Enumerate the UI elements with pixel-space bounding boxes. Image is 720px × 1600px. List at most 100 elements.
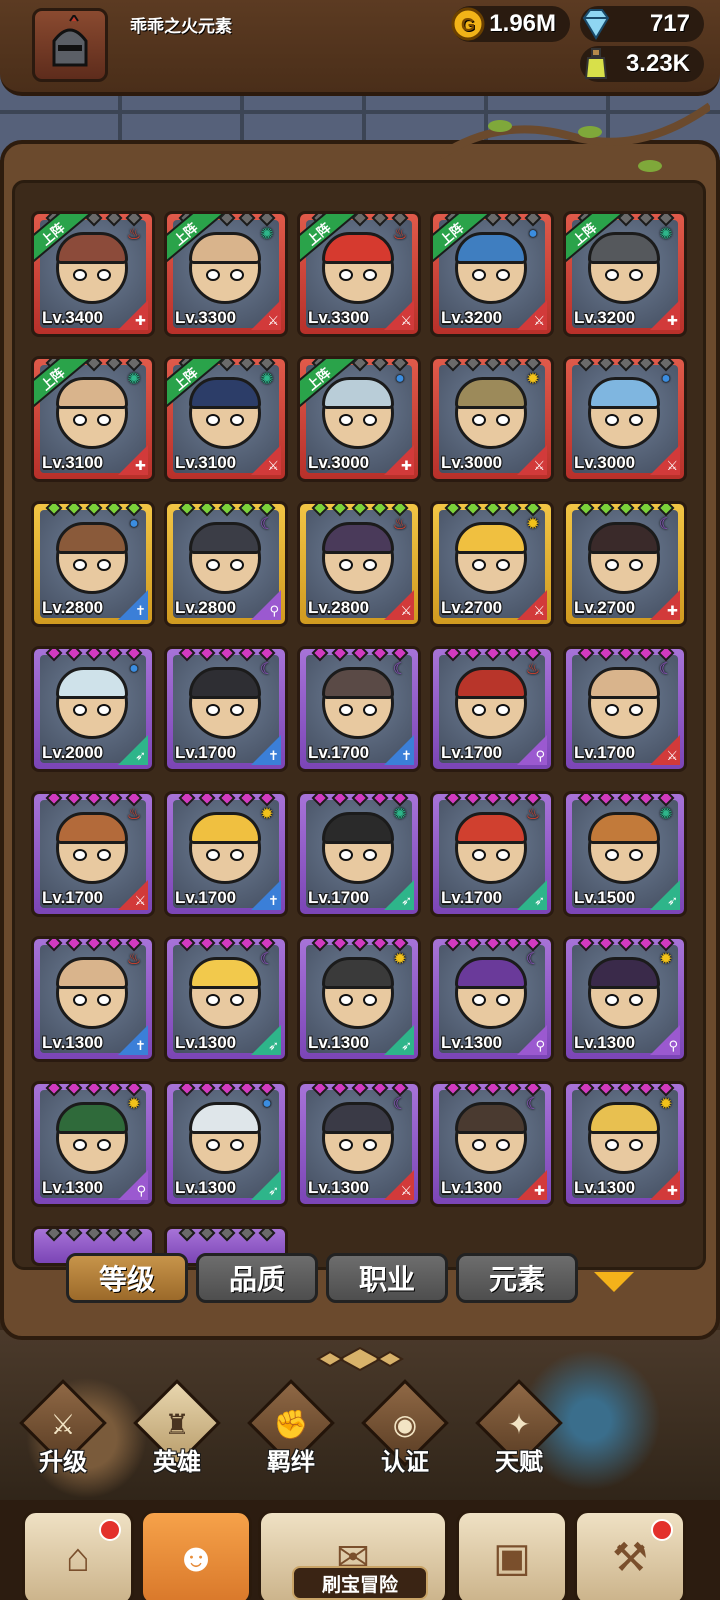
hero-level: Lv.2700 [574, 598, 636, 617]
gold-amount: 1.96M [489, 10, 556, 37]
potion-counter[interactable]: 3.23K [580, 46, 704, 82]
star-gem-icon [637, 504, 655, 517]
hero-eye [230, 1139, 244, 1151]
hero-list-panel: 上阵 ♨ ✚ Lv.3400 上阵 ✺ ⚔ Lv.3300 上阵 ♨ ⚔ Lv.3300 上阵 ● ⚔ Lv.… [0, 140, 720, 1340]
hero-card[interactable]: ✺ ➶ Lv.1500 [563, 791, 687, 917]
sort-direction-arrow-icon[interactable] [594, 1272, 634, 1292]
star-gem-icon [45, 1084, 63, 1097]
hero-card[interactable]: ● ✝ Lv.2800 [31, 501, 155, 627]
hero-card[interactable]: ✺ ➶ Lv.1700 [297, 791, 421, 917]
star-gem-icon [637, 1084, 655, 1097]
light-element-icon: ✹ [127, 1096, 141, 1113]
star-gem-icon [258, 1229, 276, 1242]
filter-tab-label: 职业 [358, 1264, 415, 1295]
hero-card[interactable]: ✹ ➶ Lv.1300 [297, 936, 421, 1062]
hero-card[interactable]: ✹ ⚔ Lv.3000 [430, 356, 554, 482]
category-label: 升级 [39, 1449, 87, 1476]
hero-card[interactable]: 上阵 ● ⚔ Lv.3200 [430, 211, 554, 337]
heroes-icon: ♜ [164, 1409, 190, 1440]
hero-card[interactable]: ♨ ✝ Lv.1300 [31, 936, 155, 1062]
hero-eye [97, 994, 111, 1006]
star-gem-icon [178, 649, 196, 662]
category-upgrade[interactable]: ⚔ 升级 [18, 1379, 110, 1488]
hero-card[interactable]: ● ⚔ Lv.3000 [563, 356, 687, 482]
category-heroes[interactable]: ♜ 英雄 [132, 1379, 224, 1488]
hero-eye [230, 849, 244, 861]
filter-tab-element[interactable]: 元素 [456, 1253, 578, 1303]
hero-card[interactable]: 上阵 ♨ ⚔ Lv.3300 [297, 211, 421, 337]
hero-level: Lv.1700 [441, 888, 503, 907]
hero-card[interactable]: 上阵 ● ✚ Lv.3000 [297, 356, 421, 482]
hero-eye [363, 559, 377, 571]
hero-portrait [455, 377, 527, 449]
gold-counter[interactable]: G 1.96M [451, 6, 570, 42]
category-bond[interactable]: ✊ 羁绊 [246, 1379, 338, 1488]
filter-tab-level[interactable]: 等级 [66, 1253, 188, 1303]
nav-forge-button[interactable]: ⚒ [574, 1510, 686, 1600]
hero-headgear [588, 1102, 660, 1134]
hero-card[interactable]: ✹ ⚲ Lv.1300 [563, 936, 687, 1062]
hero-eye [363, 704, 377, 716]
hero-card[interactable]: 上阵 ✺ ✚ Lv.3200 [563, 211, 687, 337]
hero-eye [472, 559, 486, 571]
star-gem-icon [198, 794, 216, 807]
adventure-label[interactable]: 刷宝冒险 [292, 1566, 428, 1600]
hero-headgear [56, 957, 128, 989]
hero-card[interactable]: ☾ ✚ Lv.1300 [430, 1081, 554, 1207]
hero-card[interactable]: ✹ ⚲ Lv.1300 [31, 1081, 155, 1207]
talent-icon: ✦ [507, 1409, 531, 1440]
gem-counter[interactable]: 717 [580, 6, 704, 42]
hero-card[interactable]: ♨ ⚔ Lv.2800 [297, 501, 421, 627]
hero-level: Lv.3000 [574, 453, 636, 472]
hero-card[interactable]: ♨ ➶ Lv.1700 [430, 791, 554, 917]
hero-eye [206, 994, 220, 1006]
water-element-icon: ● [661, 370, 671, 387]
panel-ornament [316, 1346, 404, 1372]
hero-card[interactable]: ☾ ✚ Lv.2700 [563, 501, 687, 627]
hero-card[interactable]: ☾ ➶ Lv.1300 [164, 936, 288, 1062]
star-gem-icon [484, 359, 502, 372]
hero-card[interactable]: ✹ ⚔ Lv.2700 [430, 501, 554, 627]
nav-inventory-button[interactable]: ▣ [456, 1510, 568, 1600]
hero-card[interactable]: ♨ ⚲ Lv.1700 [430, 646, 554, 772]
hero-eye [97, 559, 111, 571]
wind-element-icon: ✺ [260, 226, 274, 243]
hero-card[interactable]: ✹ ✝ Lv.1700 [164, 791, 288, 917]
star-gem-icon [637, 214, 655, 227]
filter-tab-class[interactable]: 职业 [326, 1253, 448, 1303]
hero-card[interactable]: ☾ ✝ Lv.1700 [164, 646, 288, 772]
svg-text:G: G [461, 15, 475, 35]
category-certify[interactable]: ◉ 认证 [360, 1379, 452, 1488]
hero-headgear [588, 377, 660, 409]
hero-card[interactable]: ♨ ⚔ Lv.1700 [31, 791, 155, 917]
hero-headgear [189, 1102, 261, 1134]
hero-portrait [322, 377, 394, 449]
hero-card[interactable]: ☾ ✝ Lv.1700 [297, 646, 421, 772]
hero-card[interactable]: ☾ ⚲ Lv.2800 [164, 501, 288, 627]
star-gem-icon [504, 794, 522, 807]
hero-card[interactable]: ✹ ✚ Lv.1300 [563, 1081, 687, 1207]
hero-card[interactable]: ☾ ⚲ Lv.1300 [430, 936, 554, 1062]
nav-heroes-button[interactable]: ☻ [140, 1510, 252, 1600]
hero-card[interactable]: 上阵 ✺ ✚ Lv.3100 [31, 356, 155, 482]
hero-card[interactable]: ● ➶ Lv.2000 [31, 646, 155, 772]
star-rating [45, 1229, 143, 1242]
hero-grid[interactable]: 上阵 ♨ ✚ Lv.3400 上阵 ✺ ⚔ Lv.3300 上阵 ♨ ⚔ Lv.3300 上阵 ● ⚔ Lv.… [12, 180, 706, 1270]
hero-card[interactable]: ☾ ⚔ Lv.1700 [563, 646, 687, 772]
hero-card[interactable]: ☾ ⚔ Lv.1300 [297, 1081, 421, 1207]
hero-card[interactable]: 上阵 ♨ ✚ Lv.3400 [31, 211, 155, 337]
light-element-icon: ✹ [659, 951, 673, 968]
hero-card[interactable]: ● ➶ Lv.1300 [164, 1081, 288, 1207]
gold-coin-icon: G [448, 4, 488, 44]
hero-eye [73, 994, 87, 1006]
fire-element-icon: ♨ [392, 226, 408, 243]
category-talent[interactable]: ✦ 天赋 [474, 1379, 566, 1488]
star-gem-icon [178, 939, 196, 952]
nav-shop-button[interactable]: ⌂ [22, 1510, 134, 1600]
filter-tab-quality[interactable]: 品质 [196, 1253, 318, 1303]
hero-level: Lv.3200 [574, 308, 636, 327]
hero-card[interactable]: 上阵 ✺ ⚔ Lv.3300 [164, 211, 288, 337]
player-avatar[interactable] [32, 8, 108, 82]
star-gem-icon [484, 939, 502, 952]
hero-card[interactable]: 上阵 ✺ ⚔ Lv.3100 [164, 356, 288, 482]
